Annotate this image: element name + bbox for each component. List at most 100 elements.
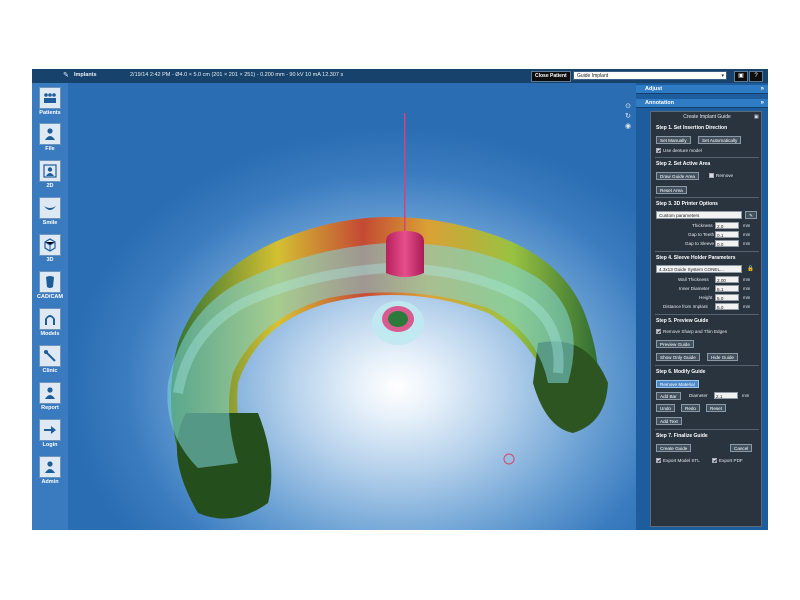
sidebar-item-smile[interactable]: Smile — [32, 196, 68, 232]
adjust-section-header[interactable]: Adjust » — [636, 85, 768, 94]
sidebar-item-clinic[interactable]: Clinic — [32, 344, 68, 380]
create-guide-button[interactable]: Create Guide — [656, 444, 692, 452]
adjust-title: Adjust — [645, 86, 663, 92]
hide-guide-button[interactable]: Hide Guide — [707, 353, 738, 361]
view-rotate-icon[interactable]: ↻ — [624, 113, 632, 121]
use-denture-checkbox[interactable] — [656, 148, 661, 153]
remove-label: Remove — [716, 173, 734, 178]
edit-parameters-icon[interactable]: ✎ — [745, 211, 757, 219]
unit-label: mm — [743, 232, 751, 237]
sidebar-item-cad-cam[interactable]: CAD/CAM — [32, 270, 68, 306]
close-patient-button[interactable]: Close Patient — [531, 71, 571, 82]
unit-label: mm — [743, 277, 751, 282]
pin-icon: ✎ — [63, 72, 69, 79]
sidebar-item-file[interactable]: File — [32, 122, 68, 158]
step1-heading: Step 1. Set Insertion Direction — [656, 125, 728, 131]
remove-sharp-edges-checkbox[interactable] — [656, 329, 661, 334]
height-label: Height — [699, 295, 713, 300]
help-icon[interactable]: ? — [749, 71, 763, 82]
sidebar-item-models[interactable]: Models — [32, 307, 68, 343]
cad-cam-icon — [39, 271, 61, 293]
unit-label: mm — [743, 286, 751, 291]
window-icon[interactable]: ▣ — [734, 71, 748, 82]
sleeve-system-dropdown[interactable]: 4.3x13 Guide System CONEL... — [656, 265, 742, 273]
add-text-button[interactable]: Add Text — [656, 417, 682, 425]
unit-label: mm — [742, 393, 750, 398]
inner-diameter-label: Inner Diameter — [679, 286, 710, 291]
camera-icon[interactable]: ◉ — [624, 123, 632, 131]
expand-icon[interactable]: » — [761, 99, 764, 108]
right-panel: Adjust » Annotation » Create Implant Gui… — [636, 83, 768, 530]
draw-guide-area-button[interactable]: Draw Guide Area — [656, 172, 699, 180]
thickness-field[interactable]: 2.0 — [715, 222, 739, 229]
redo-button[interactable]: Redo — [681, 404, 700, 412]
reset-area-button[interactable]: Reset Area — [656, 186, 687, 194]
step7-heading: Step 7. Finalize Guide — [656, 433, 708, 439]
3d-icon — [39, 234, 61, 256]
unit-label: mm — [743, 223, 751, 228]
remove-checkbox[interactable] — [709, 173, 714, 178]
step6-heading: Step 6. Modify Guide — [656, 369, 706, 375]
step5-heading: Step 5. Preview Guide — [656, 318, 709, 324]
2d-icon — [39, 160, 61, 182]
sidebar-item-label: Login — [42, 442, 58, 448]
step4-heading: Step 4. Sleeve Holder Parameters — [656, 255, 736, 261]
remove-material-button[interactable]: Remove Material — [656, 380, 699, 388]
mode-dropdown[interactable]: Guide Implant ▾ — [573, 71, 727, 80]
annotation-title: Annotation — [645, 100, 675, 106]
sidebar-item-label: Models — [40, 331, 60, 337]
add-bar-button[interactable]: Add Bar — [656, 392, 681, 400]
sidebar-item-3d[interactable]: 3D — [32, 233, 68, 269]
login-icon — [39, 419, 61, 441]
divider — [655, 314, 759, 315]
export-pdf-checkbox[interactable] — [712, 458, 717, 463]
show-only-guide-button[interactable]: Show Only Guide — [656, 353, 700, 361]
wall-thickness-field[interactable]: 2.00 — [715, 276, 739, 283]
inner-diameter-field[interactable]: 5.1 — [715, 285, 739, 292]
sidebar-item-patients[interactable]: Patients — [32, 86, 68, 122]
sidebar-item-login[interactable]: Login — [32, 418, 68, 454]
unit-label: mm — [743, 295, 751, 300]
unit-label: mm — [743, 241, 751, 246]
view-reset-icon[interactable]: ⊙ — [624, 103, 632, 111]
expand-icon[interactable]: » — [761, 85, 764, 94]
sidebar-item-2d[interactable]: 2D — [32, 159, 68, 195]
printer-options-dropdown[interactable]: Custom parameters — [656, 211, 742, 219]
module-title: Implants — [74, 72, 97, 78]
smile-icon — [39, 197, 61, 219]
annotation-section-header[interactable]: Annotation » — [636, 99, 768, 108]
gap-to-sleeve-field[interactable]: 0.0 — [715, 240, 739, 247]
diameter-field[interactable]: 2.1 — [714, 392, 738, 399]
sidebar-item-label: Smile — [42, 220, 58, 226]
reset-button[interactable]: Reset — [706, 404, 727, 412]
sidebar-item-report[interactable]: Report — [32, 381, 68, 417]
set-automatically-button[interactable]: Set Automatically — [698, 136, 742, 144]
top-bar: ✎ Implants 2/19/14 2:42 PM - Ø4.0 × 5.0 … — [32, 69, 768, 83]
step3-heading: Step 3. 3D Printer Options — [656, 201, 718, 207]
create-implant-guide-panel: Create Implant Guide ▣ Step 1. Set Inser… — [650, 111, 762, 527]
cancel-button[interactable]: Cancel — [730, 444, 753, 452]
models-icon — [39, 308, 61, 330]
sidebar-item-admin[interactable]: Admin — [32, 455, 68, 491]
sidebar-item-label: 2D — [46, 183, 54, 189]
step2-heading: Step 2. Set Active Area — [656, 161, 711, 167]
height-field[interactable]: 5.0 — [715, 294, 739, 301]
undo-button[interactable]: Undo — [656, 404, 675, 412]
distance-from-implant-field[interactable]: 5.0 — [715, 303, 739, 310]
set-manually-button[interactable]: Set Manually — [656, 136, 691, 144]
export-model-stl-checkbox[interactable] — [656, 458, 661, 463]
scan-info: 2/19/14 2:42 PM - Ø4.0 × 5.0 cm (201 × 2… — [130, 72, 344, 78]
admin-icon — [39, 456, 61, 478]
close-icon[interactable]: ▣ — [754, 114, 759, 120]
clinic-icon — [39, 345, 61, 367]
gap-to-teeth-field[interactable]: 0.1 — [715, 231, 739, 238]
sidebar-item-label: 3D — [46, 257, 54, 263]
dental-arch-model — [167, 113, 608, 519]
thickness-label: Thickness — [692, 223, 713, 228]
lock-icon[interactable]: 🔒 — [747, 266, 754, 272]
preview-guide-button[interactable]: Preview Guide — [656, 340, 694, 348]
chevron-down-icon: ▾ — [721, 73, 724, 79]
sidebar-item-label: CAD/CAM — [37, 294, 63, 300]
divider — [655, 197, 759, 198]
3d-viewport[interactable]: ⊙ ↻ ◉ — [68, 83, 636, 530]
